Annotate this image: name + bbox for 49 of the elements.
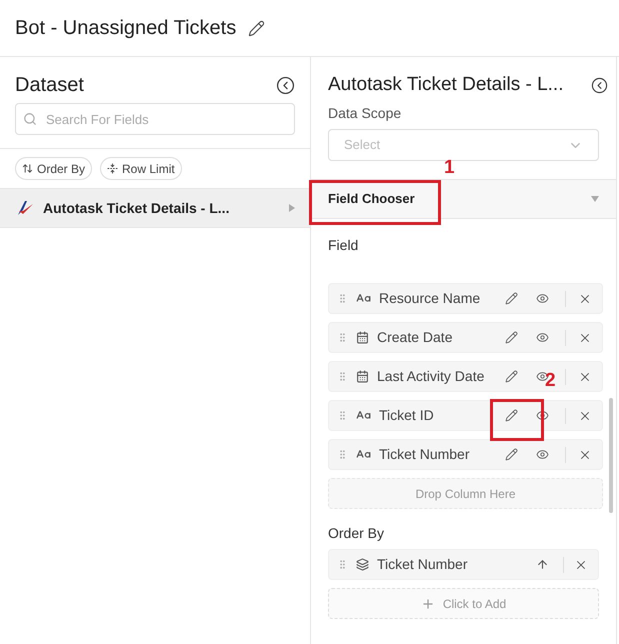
scrollbar-thumb[interactable] <box>609 398 613 513</box>
field-row[interactable]: Ticket ID <box>328 400 603 431</box>
highlight-frame <box>490 399 544 441</box>
field-row[interactable]: Ticket Number <box>328 439 603 470</box>
calendar-icon <box>356 370 369 383</box>
edit-icon[interactable] <box>505 448 518 461</box>
collapse-icon[interactable] <box>276 76 295 94</box>
visibility-icon[interactable] <box>536 292 549 305</box>
accordion-header[interactable]: Field Chooser <box>311 179 616 219</box>
section-label: Field <box>328 236 360 255</box>
drag-handle-icon[interactable] <box>337 410 348 421</box>
collapse-icon[interactable] <box>591 76 608 94</box>
edit-icon[interactable] <box>505 409 518 422</box>
section-label: Order By <box>328 524 386 543</box>
field-row[interactable]: Create Date <box>328 322 603 353</box>
drag-handle-icon[interactable] <box>337 371 348 382</box>
drag-handle-icon[interactable] <box>337 559 348 570</box>
limit-icon <box>107 163 118 174</box>
panel-title: Dataset <box>15 73 84 98</box>
edit-icon[interactable] <box>505 292 518 305</box>
drop-zone: Drop Column Here <box>328 478 603 509</box>
ascending-icon[interactable] <box>536 558 549 571</box>
layers-icon <box>356 558 369 571</box>
drag-handle-icon[interactable] <box>337 332 348 343</box>
search-icon <box>23 112 37 126</box>
caret-icon <box>591 196 599 202</box>
calendar-icon <box>356 331 369 344</box>
search-field[interactable]: Search For Fields <box>15 103 295 135</box>
caret-icon <box>289 204 295 212</box>
dataset-item[interactable]: Autotask Ticket Details - L... <box>0 188 310 228</box>
visibility-icon[interactable] <box>536 331 549 344</box>
annotation-number: 2 <box>545 369 556 393</box>
edit-icon[interactable] <box>505 331 518 344</box>
chip-button[interactable]: Row Limit <box>100 157 182 180</box>
edit-icon[interactable] <box>505 370 518 383</box>
page-title: Bot - Unassigned Tickets <box>15 16 236 41</box>
order-row[interactable]: Ticket Number <box>328 549 599 580</box>
chip-button[interactable]: Order By <box>15 157 92 180</box>
dataset-logo-icon <box>15 198 35 218</box>
edit-icon[interactable] <box>248 20 266 36</box>
drag-handle-icon[interactable] <box>337 449 348 460</box>
visibility-icon[interactable] <box>536 409 549 422</box>
sort-icon <box>22 163 33 174</box>
drag-handle-icon[interactable] <box>337 293 348 304</box>
panel-title: Autotask Ticket Details - L... <box>328 72 564 97</box>
section-label: Data Scope <box>328 104 402 123</box>
field-row[interactable]: Resource Name <box>328 283 603 314</box>
plus-icon <box>420 596 435 610</box>
visibility-icon[interactable] <box>536 448 549 461</box>
